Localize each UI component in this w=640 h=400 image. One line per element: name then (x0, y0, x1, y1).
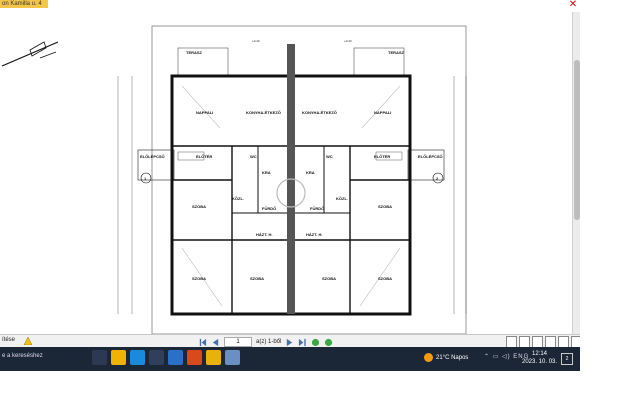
last-page-icon[interactable] (298, 338, 307, 347)
taskbar-search[interactable]: e a kereséshez (2, 353, 43, 359)
label-terasz-left: TERASZ (186, 50, 203, 55)
label-szoba-2: SZOBA (378, 204, 392, 209)
chrome-icon[interactable] (206, 350, 221, 365)
mail-icon[interactable] (168, 350, 183, 365)
label-wc-left: WC (250, 154, 257, 159)
label-hazt-left: HÁZT. H. (256, 232, 272, 237)
label-furdo-right: FÜRDŐ (310, 206, 324, 211)
label-eloleteso-left: ELŐLÉPCSŐ (140, 154, 165, 159)
label-kamra-right: KRA (306, 170, 315, 175)
label-kamra-left: KRA (262, 170, 271, 175)
stop-icon[interactable] (324, 338, 333, 347)
refresh-icon[interactable] (311, 338, 320, 347)
bottom-margin (0, 371, 640, 400)
label-eloter-left: ELŐTÉR (196, 154, 212, 159)
file-explorer-icon[interactable] (111, 350, 126, 365)
label-nappali-left: NAPPALI (196, 110, 213, 115)
task-view-icon[interactable] (92, 350, 107, 365)
label-nappali-right: NAPPALI (374, 110, 391, 115)
taskbar-apps (92, 350, 240, 365)
label-kozl-right: KÖZL. (336, 196, 348, 201)
label-szoba-6: SZOBA (378, 276, 392, 281)
window-title: on Kamilla u. 4 (0, 0, 48, 8)
sun-icon (424, 353, 433, 362)
prev-page-icon[interactable] (211, 338, 220, 347)
next-page-icon[interactable] (285, 338, 294, 347)
label-eloleteso-right: ELŐLÉPCSŐ (418, 154, 443, 159)
edge-icon[interactable] (130, 350, 145, 365)
clock-date: 2023. 10. 03. (522, 359, 558, 365)
level-right: +0.43 (344, 39, 352, 43)
weather-text: 21°C Napos (436, 354, 469, 361)
label-konyha-left: KONYHA-ÉTKEZŐ (246, 110, 281, 115)
right-margin (580, 0, 640, 371)
label-kozl-left: KÖZL. (232, 196, 244, 201)
label-hazt-right: HÁZT. H. (306, 232, 322, 237)
weather-widget[interactable]: 21°C Napos (424, 353, 468, 362)
page-total-label: a(z) 1-ből (256, 339, 282, 345)
page-navigator: 1 a(z) 1-ből (198, 337, 333, 347)
clock[interactable]: 12:14 2023. 10. 03. (522, 350, 557, 366)
label-szoba-4: SZOBA (250, 276, 264, 281)
label-terasz-right: TERASZ (388, 50, 405, 55)
label-szoba-5: SZOBA (322, 276, 336, 281)
notification-icon[interactable]: 2 (561, 353, 573, 365)
page-number-input[interactable]: 1 (224, 337, 252, 347)
windows-taskbar: e a kereséshez 21°C Napos ⌃ ▭ ◁) ENG 12:… (0, 347, 580, 371)
clock-time: 12:14 (532, 351, 548, 357)
first-page-icon[interactable] (198, 338, 207, 347)
pdf-viewer-icon[interactable] (225, 350, 240, 365)
label-szoba-1: SZOBA (192, 204, 206, 209)
warning-icon[interactable] (24, 337, 32, 345)
north-arrow-icon (0, 36, 62, 77)
store-icon[interactable] (149, 350, 164, 365)
label-szoba-3: SZOBA (192, 276, 206, 281)
level-left: +0.43 (252, 39, 260, 43)
label-eloter-right: ELŐTÉR (374, 154, 390, 159)
floor-plan-drawing: TERASZ TERASZ NAPPALI NAPPALI KONYHA-ÉTK… (0, 8, 572, 335)
label-konyha-right: KONYHA-ÉTKEZŐ (302, 110, 337, 115)
label-wc-right: WC (326, 154, 333, 159)
office-icon[interactable] (187, 350, 202, 365)
label-furdo-left: FÜRDŐ (262, 206, 276, 211)
toolbar-left-label[interactable]: ítése (2, 337, 15, 343)
